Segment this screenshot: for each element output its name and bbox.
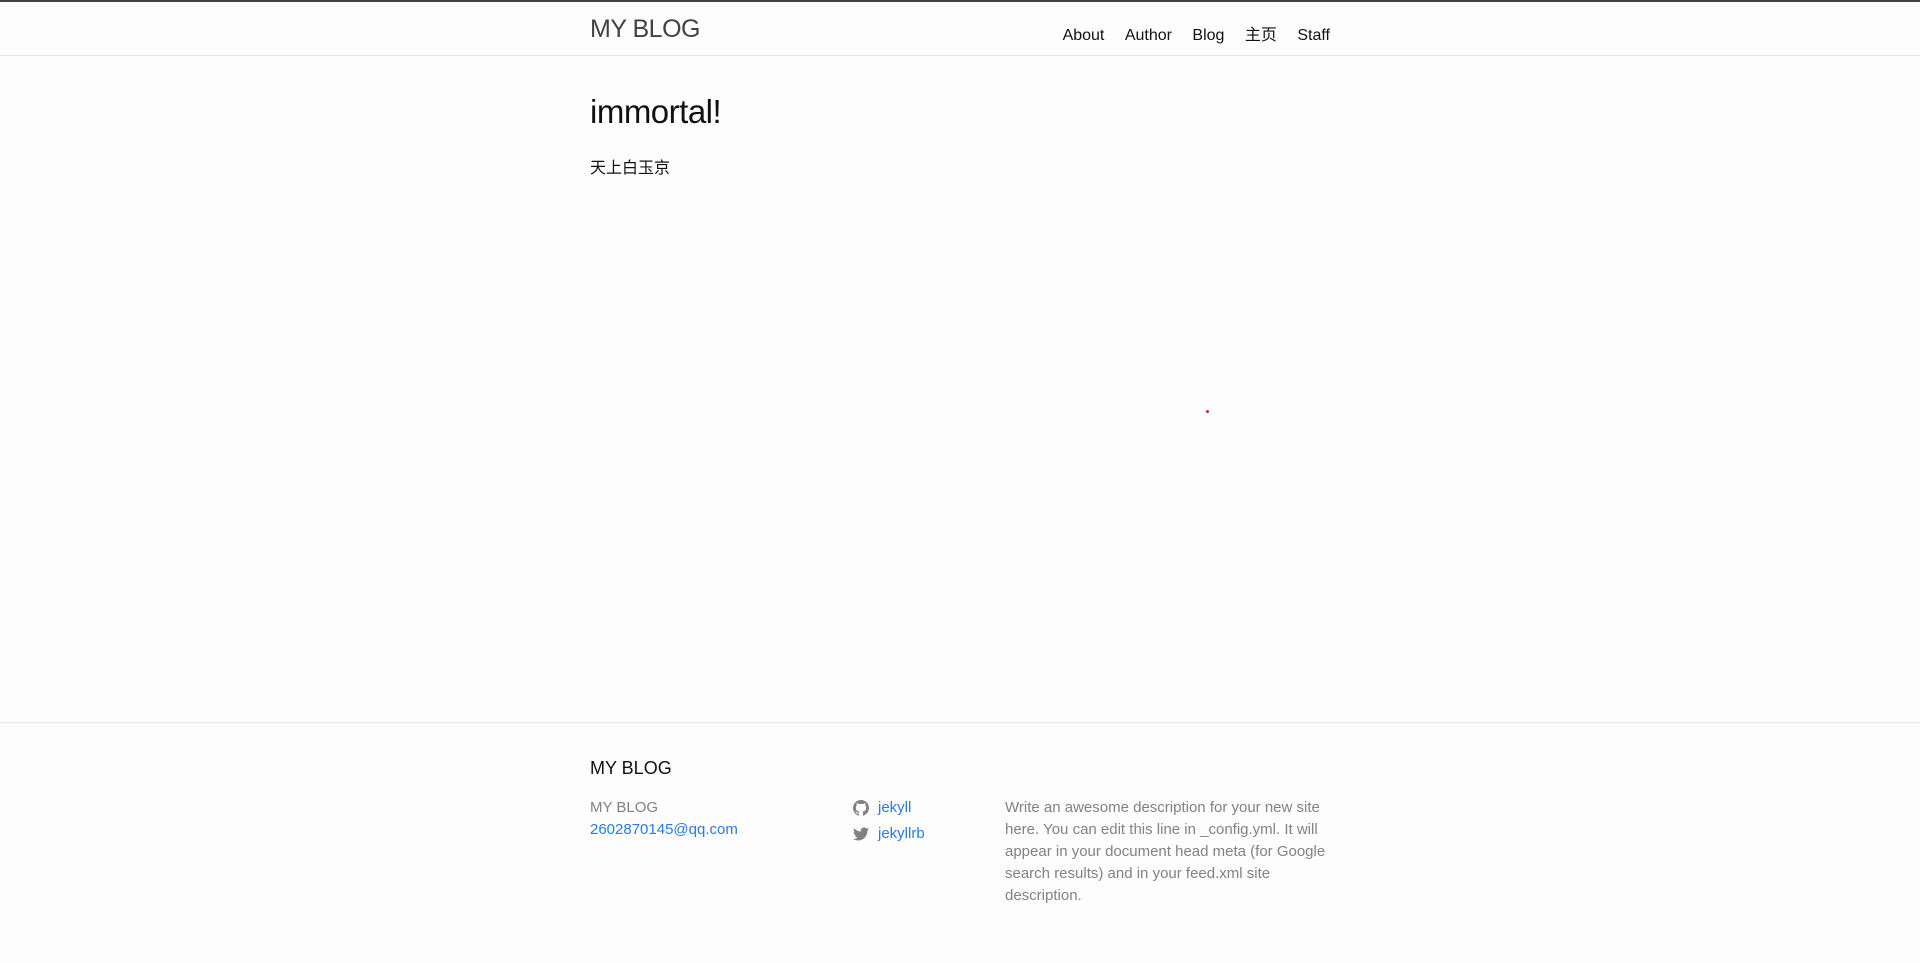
- nav-link-blog[interactable]: Blog: [1192, 27, 1224, 44]
- site-description: Write an awesome description for your ne…: [1005, 799, 1326, 904]
- social-twitter: jekyllrb: [853, 823, 925, 845]
- twitter-link[interactable]: jekyllrb: [878, 823, 925, 845]
- footer-email-link[interactable]: 2602870145@qq.com: [590, 819, 738, 841]
- nav-link-author[interactable]: Author: [1125, 27, 1172, 44]
- nav-link-staff[interactable]: Staff: [1297, 27, 1330, 44]
- github-icon: [853, 800, 869, 816]
- twitter-icon: [853, 827, 869, 841]
- site-header: MY BLOG About Author Blog 主页 Staff: [0, 0, 1920, 56]
- post-body: 天上白玉京: [590, 160, 671, 177]
- footer-social: jekyll jekyllrb: [853, 797, 925, 849]
- nav-link-about[interactable]: About: [1063, 27, 1105, 44]
- footer-site-name: MY BLOG: [590, 799, 659, 816]
- site-nav: About Author Blog 主页 Staff: [1047, 21, 1330, 45]
- page-title: immortal!: [590, 93, 722, 130]
- nav-link-home[interactable]: 主页: [1245, 27, 1277, 44]
- site-title-link[interactable]: MY BLOG: [590, 15, 700, 44]
- footer-heading: MY BLOG: [590, 758, 672, 778]
- social-github: jekyll: [853, 797, 925, 819]
- site-footer: MY BLOG MY BLOG 2602870145@qq.com jekyll…: [0, 722, 1920, 963]
- footer-contact: MY BLOG 2602870145@qq.com: [590, 797, 738, 841]
- github-link[interactable]: jekyll: [878, 797, 911, 819]
- red-dot-marker: [1206, 410, 1209, 413]
